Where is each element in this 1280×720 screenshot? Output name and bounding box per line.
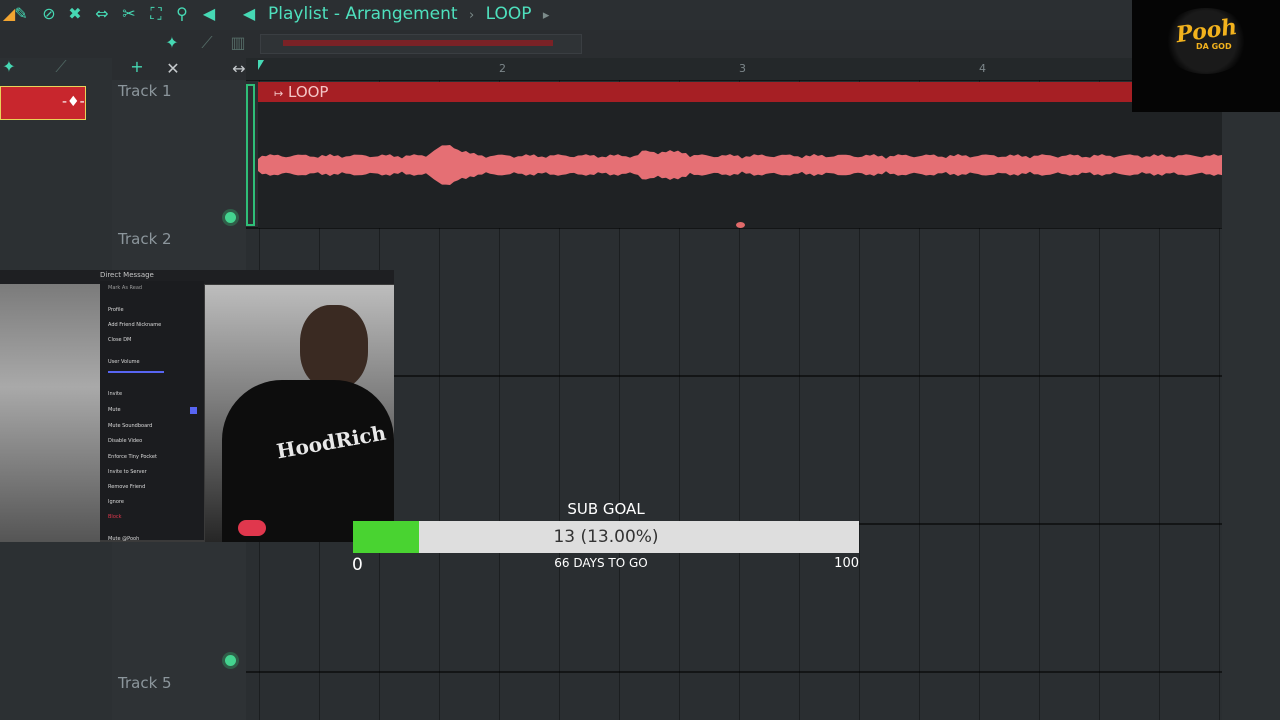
waveform-path: [258, 145, 1222, 185]
audio-wave-icon: -♦-: [62, 94, 85, 110]
arrow-icon[interactable]: ✦: [0, 58, 18, 76]
scroll-margin: [1222, 80, 1280, 720]
track-1-enable-icon[interactable]: [225, 212, 236, 223]
sub-goal-max: 100: [834, 556, 859, 571]
person-head: [300, 305, 368, 389]
bar-number: 3: [739, 62, 746, 75]
menu-item[interactable]: Mute: [108, 407, 121, 413]
track-2-label[interactable]: Track 2: [118, 230, 172, 248]
title-part-1: Playlist - Arrangement: [268, 4, 458, 24]
audio-waveform[interactable]: [258, 140, 1222, 190]
add-icon[interactable]: +: [128, 58, 146, 76]
clip-selection-edge: [246, 84, 255, 226]
menu-item[interactable]: Remove Friend: [108, 484, 145, 490]
volume-slider[interactable]: [108, 371, 164, 373]
playback-icon[interactable]: ◀: [200, 5, 218, 23]
slice-icon[interactable]: ✂: [120, 5, 138, 23]
slider-fill: [283, 40, 553, 46]
menu-item[interactable]: Mark As Read: [108, 285, 142, 291]
speaker-icon[interactable]: ◀: [240, 5, 258, 23]
zoom-icon[interactable]: ⚲: [173, 5, 191, 23]
sub-goal-value: 13 (13.00%): [553, 527, 659, 547]
checkbox-checked-icon[interactable]: [190, 407, 197, 414]
timeline-marker[interactable]: [736, 222, 745, 228]
menu-item[interactable]: Mute @Pooh: [108, 536, 139, 542]
track-4-enable-icon[interactable]: [225, 655, 236, 666]
loop-arrow-icon: ↦: [274, 87, 284, 100]
menu-item[interactable]: Enforce Tiny Pocket: [108, 454, 157, 460]
link-icon[interactable]: ⟋: [198, 34, 216, 52]
dm-title: Direct Message: [100, 271, 154, 279]
menu-item[interactable]: Mute Soundboard: [108, 423, 152, 429]
menu-item[interactable]: Invite: [108, 391, 122, 397]
breadcrumb-separator: ›: [468, 8, 475, 23]
logo-subtext: DA GOD: [1196, 42, 1232, 51]
window-title: Playlist - Arrangement › LOOP ▸: [268, 4, 555, 24]
close-icon[interactable]: ✕: [164, 60, 182, 78]
menu-item[interactable]: Close DM: [108, 337, 131, 343]
slip-icon[interactable]: ⇔: [93, 5, 111, 23]
track-1-label[interactable]: Track 1: [118, 82, 172, 100]
context-menu: Mark As Read Profile Add Friend Nickname…: [100, 281, 204, 542]
track-5-label[interactable]: Track 5: [118, 674, 172, 692]
clip-header[interactable]: [258, 82, 1132, 102]
paint-icon[interactable]: ✎: [12, 5, 30, 23]
dropdown-arrow-icon[interactable]: ▸: [543, 8, 550, 23]
timeline-ruler[interactable]: 2 3 4: [246, 58, 1280, 80]
room-background: [0, 284, 100, 542]
menu-item[interactable]: Ignore: [108, 499, 124, 505]
menu-item[interactable]: Disable Video: [108, 438, 142, 444]
keyboard-icon[interactable]: ▥: [229, 34, 247, 52]
playhead-marker-icon[interactable]: [258, 60, 264, 70]
clip-label: ↦ LOOP: [274, 83, 328, 101]
snap-icon[interactable]: ✦: [163, 34, 181, 52]
sub-goal-days: 66 DAYS TO GO: [554, 556, 648, 570]
bar-number: 4: [979, 62, 986, 75]
sub-goal-title: SUB GOAL: [567, 500, 645, 518]
title-part-2: LOOP: [485, 4, 532, 24]
toolbar: ◢ ✎ ⊘ ✖ ⇔ ✂ ⛶ ⚲ ◀ ◀: [0, 0, 1132, 30]
mute-icon[interactable]: ✖: [66, 5, 84, 23]
menu-item[interactable]: User Volume: [108, 359, 140, 365]
select-icon[interactable]: ⛶: [147, 5, 165, 23]
menu-item[interactable]: Invite to Server: [108, 469, 147, 475]
pencil-icon[interactable]: ⟋: [52, 58, 70, 76]
clip-name: LOOP: [288, 83, 329, 101]
bar-number: 2: [499, 62, 506, 75]
menu-item[interactable]: Block: [108, 514, 122, 520]
end-call-button[interactable]: [238, 520, 266, 536]
delete-icon[interactable]: ⊘: [40, 5, 58, 23]
menu-item[interactable]: Profile: [108, 307, 124, 313]
menu-item[interactable]: Add Friend Nickname: [108, 322, 161, 328]
